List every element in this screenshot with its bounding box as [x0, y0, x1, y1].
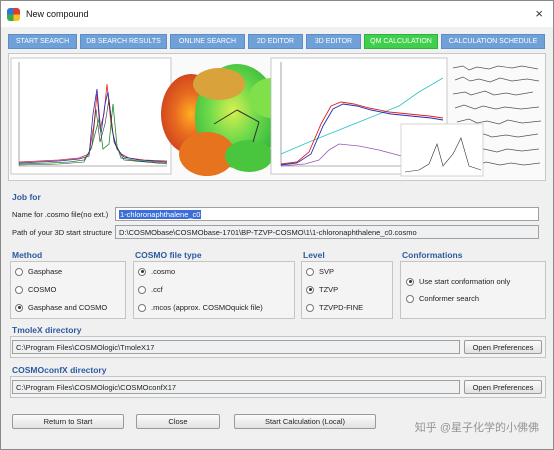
- start-calculation-button[interactable]: Start Calculation (Local): [234, 414, 376, 429]
- radio-selected-icon: [406, 277, 414, 286]
- tmolex-heading: TmoleX directory: [12, 325, 82, 335]
- path-field: D:\COSMObase\COSMObase-1701\BP-TZVP-COSM…: [115, 225, 539, 239]
- close-icon[interactable]: ×: [535, 6, 543, 21]
- cosmoconfx-path-field: C:\Program Files\COSMOlogic\COSMOconfX17: [12, 380, 460, 394]
- tab-qm-calculation[interactable]: QM CALCULATION: [364, 34, 438, 49]
- tab-2d-editor[interactable]: 2D EDITOR: [248, 34, 303, 49]
- watermark-text: 知乎 @星子化学的小佛佛: [414, 422, 539, 434]
- radio-label: TZVPD-FINE: [319, 303, 364, 312]
- radio-icon: [15, 285, 23, 294]
- title-bar: New compound ×: [1, 1, 553, 27]
- close-button[interactable]: Close: [136, 414, 220, 429]
- radio-icon: [306, 267, 314, 276]
- level-option-tzvp[interactable]: TZVP: [306, 285, 338, 294]
- radio-icon: [138, 285, 146, 294]
- cosmo-name-input[interactable]: 1-chloronaphthalene_c0: [115, 207, 539, 221]
- spectrum-plot-left: [10, 57, 172, 175]
- tab-start-search[interactable]: START SEARCH: [8, 34, 77, 49]
- radio-label: .mcos (approx. COSMOquick file): [151, 303, 263, 312]
- filetype-option-ccf[interactable]: .ccf: [138, 285, 163, 294]
- header-banner-image: [8, 53, 546, 181]
- radio-icon: [138, 303, 146, 312]
- radio-icon: [15, 267, 23, 276]
- app-icon: [7, 7, 20, 21]
- radio-icon: [306, 303, 314, 312]
- method-heading: Method: [12, 250, 43, 260]
- filetype-option-cosmo[interactable]: .cosmo: [138, 267, 175, 276]
- radio-selected-icon: [306, 285, 314, 294]
- tab-calculation-schedule[interactable]: CALCULATION SCHEDULE: [441, 34, 545, 49]
- level-option-tzvpd-fine[interactable]: TZVPD-FINE: [306, 303, 363, 312]
- radio-label: COSMO: [28, 285, 57, 294]
- radio-label: Conformer search: [419, 294, 480, 303]
- radio-label: .ccf: [151, 285, 163, 294]
- radio-label: SVP: [319, 267, 335, 276]
- cosmo-name-label: Name for .cosmo file(no ext.): [12, 210, 109, 219]
- level-heading: Level: [303, 250, 325, 260]
- cosmoconfx-open-preferences-button[interactable]: Open Preferences: [464, 380, 542, 394]
- dialog-window: New compound × START SEARCH DB SEARCH RE…: [0, 0, 554, 450]
- cosmo-file-type-heading: COSMO file type: [135, 250, 202, 260]
- conformation-option-start-only[interactable]: Use start conformation only: [406, 277, 510, 286]
- window-title: New compound: [26, 9, 89, 19]
- path-label: Path of your 3D start structure: [12, 228, 113, 237]
- spectrum-plot-small: [400, 123, 484, 177]
- cosmoconfx-heading: COSMOconfX directory: [12, 365, 107, 375]
- tmolex-open-preferences-button[interactable]: Open Preferences: [464, 340, 542, 354]
- tab-bar: START SEARCH DB SEARCH RESULTS ONLINE SE…: [8, 34, 546, 49]
- tab-db-search-results[interactable]: DB SEARCH RESULTS: [80, 34, 167, 49]
- radio-label: Gasphase and COSMO: [28, 303, 108, 312]
- method-option-cosmo[interactable]: COSMO: [15, 285, 56, 294]
- level-option-svp[interactable]: SVP: [306, 267, 334, 276]
- job-for-heading: Job for: [12, 192, 41, 202]
- tmolex-path-field: C:\Program Files\COSMOlogic\TmoleX17: [12, 340, 460, 354]
- radio-label: .cosmo: [151, 267, 176, 276]
- radio-icon: [406, 294, 414, 303]
- conformation-option-search[interactable]: Conformer search: [406, 294, 479, 303]
- cosmo-name-value: 1-chloronaphthalene_c0: [119, 210, 202, 219]
- tab-3d-editor[interactable]: 3D EDITOR: [306, 34, 361, 49]
- method-option-gasphase-and-cosmo[interactable]: Gasphase and COSMO: [15, 303, 107, 312]
- conformations-heading: Conformations: [402, 250, 463, 260]
- method-option-gasphase[interactable]: Gasphase: [15, 267, 62, 276]
- filetype-option-mcos[interactable]: .mcos (approx. COSMOquick file): [138, 303, 263, 312]
- radio-label: TZVP: [319, 285, 339, 294]
- radio-label: Use start conformation only: [419, 277, 511, 286]
- conformations-group: [400, 261, 546, 319]
- radio-label: Gasphase: [28, 267, 63, 276]
- return-to-start-button[interactable]: Return to Start: [12, 414, 124, 429]
- radio-selected-icon: [15, 303, 23, 312]
- tab-online-search[interactable]: ONLINE SEARCH: [170, 34, 245, 49]
- radio-selected-icon: [138, 267, 146, 276]
